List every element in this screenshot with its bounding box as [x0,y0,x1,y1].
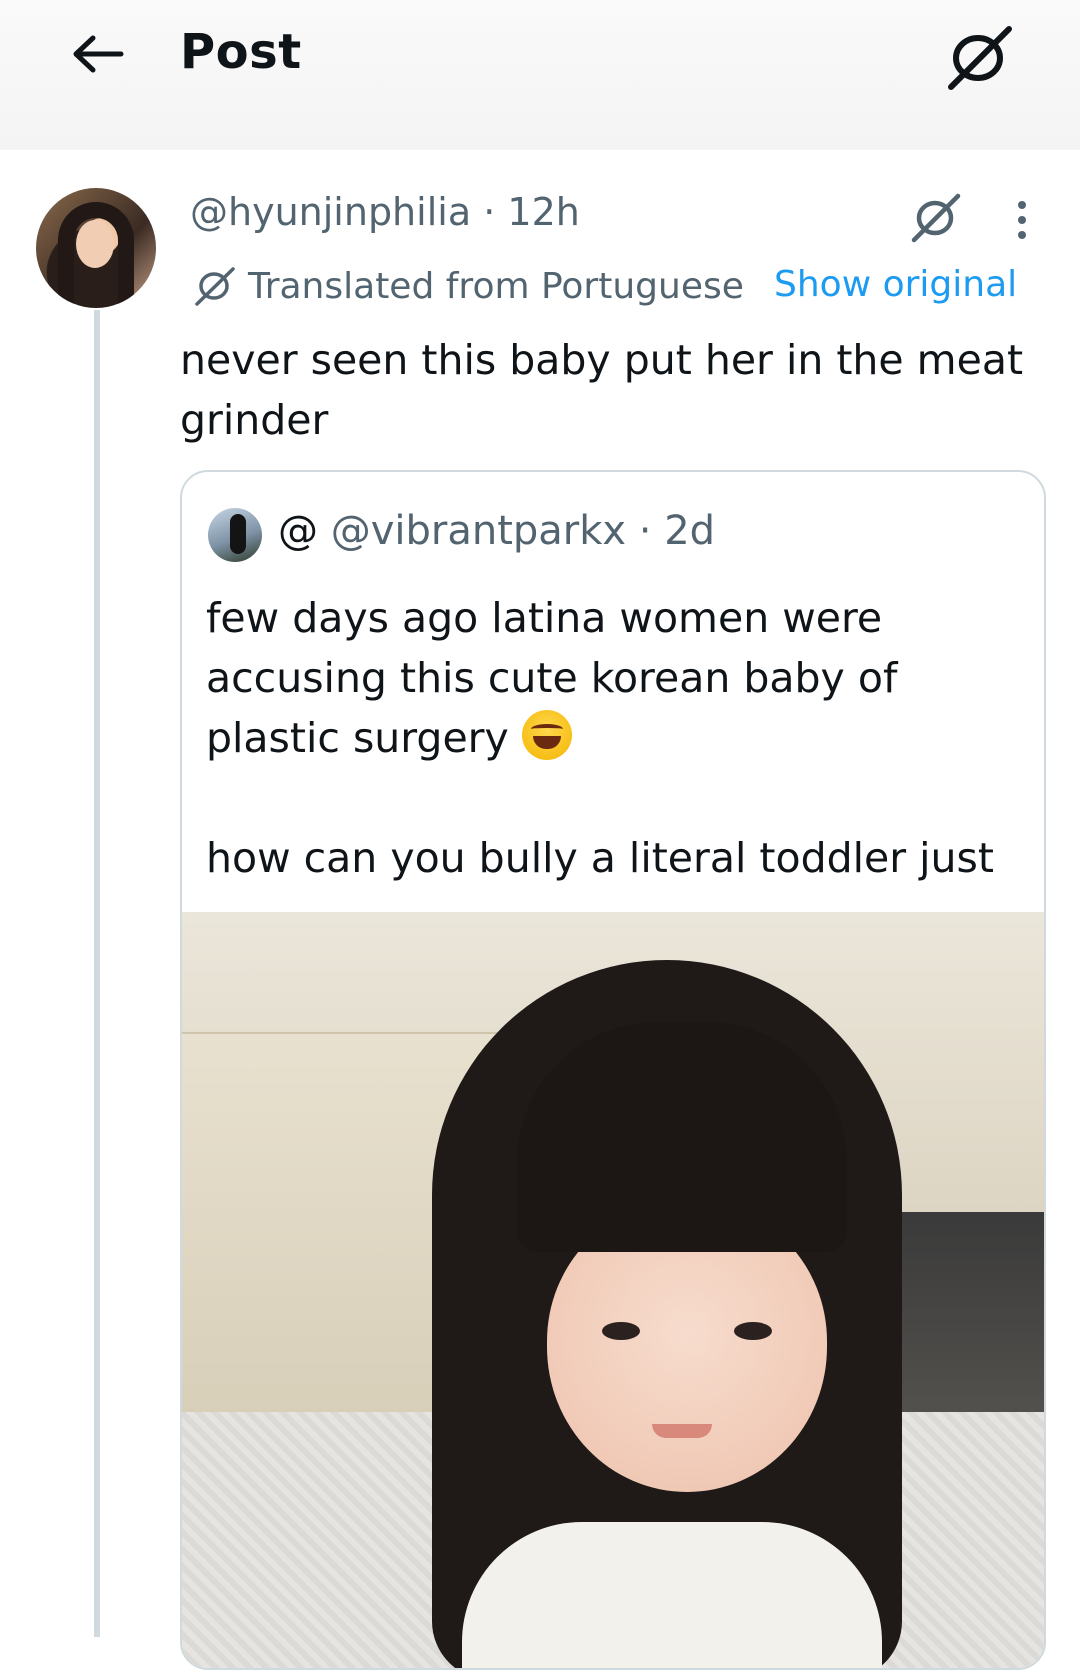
quote-handle: @vibrantparkx [330,508,627,554]
back-button[interactable] [62,26,132,82]
post-text: never seen this baby put her in the meat… [180,336,1024,444]
translation-notice: Translated from Portuguese [194,264,744,308]
quote-header: @ @vibrantparkx · 2d [278,508,715,554]
separator-dot: · [483,190,496,234]
show-original-link[interactable]: Show original [774,264,1017,305]
page-title: Post [180,24,302,80]
laughing-emoji-icon [521,710,572,760]
grok-button[interactable] [942,22,1018,94]
more-options-button[interactable] [1004,192,1040,248]
quote-avatar[interactable] [208,508,262,562]
quoted-post[interactable]: @ @vibrantparkx · 2d few days ago latina… [180,470,1046,1670]
quote-display-name: @ [278,508,318,554]
more-icon [1018,201,1026,209]
top-bar: Post [0,0,1080,150]
grok-icon [948,26,1012,90]
quote-text: few days ago latina women were accusing … [206,588,1026,948]
post-header: @hyunjinphilia · 12h [190,190,580,234]
arrow-left-icon [73,35,124,73]
post-handle[interactable]: @hyunjinphilia [190,190,471,234]
grok-explain-button[interactable] [906,188,966,248]
grok-translate-icon [194,264,238,308]
quote-media-image[interactable] [182,912,1044,1668]
avatar[interactable] [36,188,156,308]
grok-icon [911,193,961,243]
post-time[interactable]: 12h [507,190,579,234]
thread-line [94,310,100,1637]
translation-label: Translated from Portuguese [248,265,744,307]
quote-time: 2d [664,508,716,554]
separator-dot: · [638,508,652,554]
